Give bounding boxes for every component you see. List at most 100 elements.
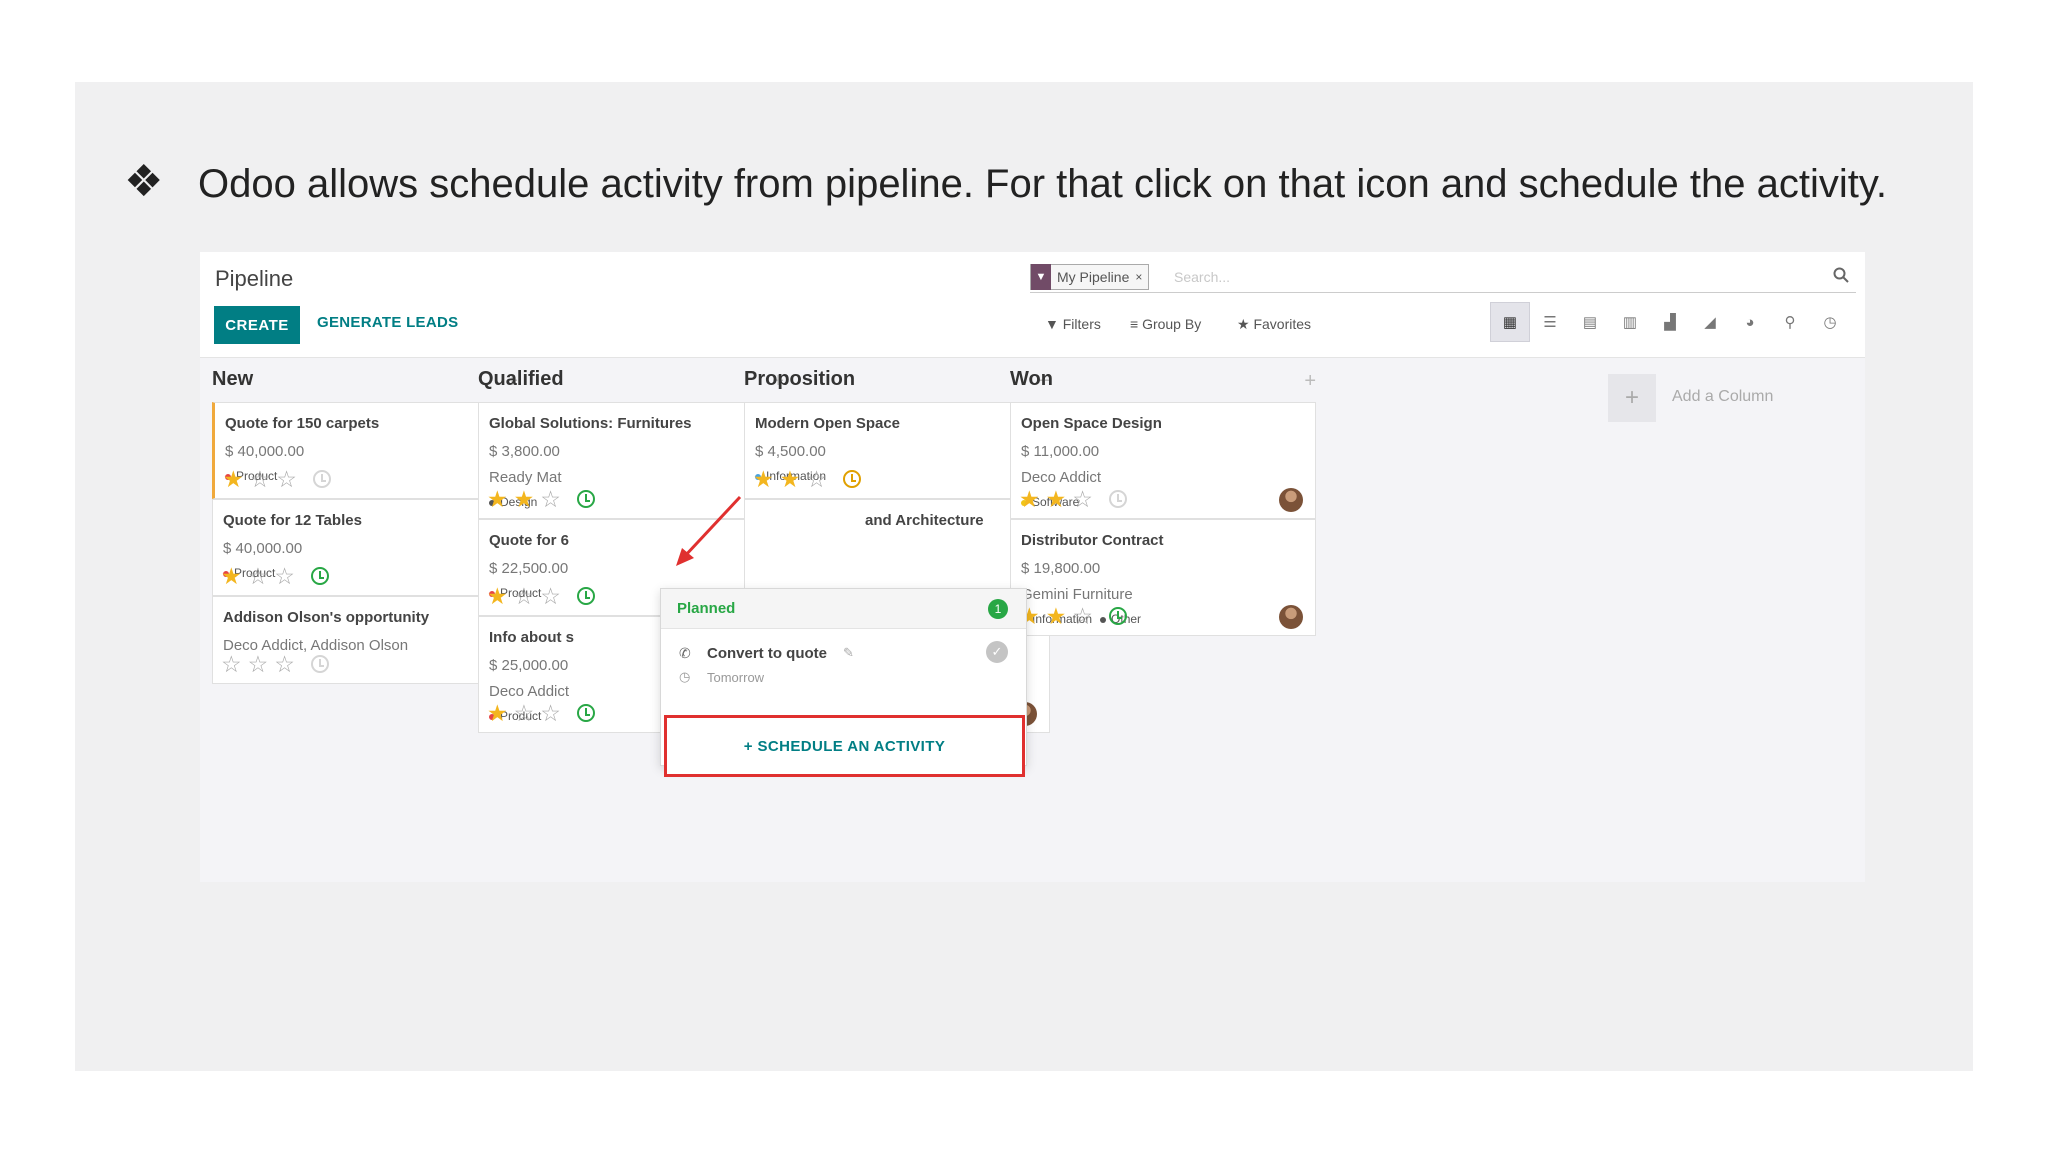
kanban-card[interactable]: Quote for 12 Tables $ 40,000.00 Product ★ ☆ ☆ bbox=[212, 499, 518, 596]
star-icon[interactable]: ☆ bbox=[540, 585, 561, 608]
star-icon[interactable]: ☆ bbox=[806, 468, 827, 491]
priority-stars[interactable]: ☆ ☆ ☆ bbox=[221, 653, 295, 676]
card-revenue: $ 25,000.00 bbox=[489, 657, 569, 674]
filters-dropdown[interactable]: ▼ Filters bbox=[1045, 316, 1101, 332]
star-icon[interactable]: ☆ bbox=[1072, 605, 1093, 628]
groupby-label: Group By bbox=[1142, 316, 1202, 332]
star-icon[interactable]: ★ bbox=[1046, 488, 1067, 511]
card-revenue: $ 11,000.00 bbox=[1021, 443, 1100, 460]
phone-icon: ✆ bbox=[679, 645, 691, 661]
avatar[interactable] bbox=[1279, 488, 1303, 512]
plus-icon[interactable]: + bbox=[1608, 374, 1656, 422]
graph-icon[interactable]: ▟ bbox=[1650, 302, 1690, 342]
priority-stars[interactable]: ★ ☆☆ bbox=[223, 468, 297, 491]
kanban-icon[interactable]: ▦ bbox=[1490, 302, 1530, 342]
dashboard-icon[interactable]: ◕ bbox=[1730, 302, 1770, 342]
star-icon[interactable]: ☆ bbox=[250, 468, 271, 491]
calendar-icon[interactable]: ▤ bbox=[1570, 302, 1610, 342]
activity-clock-icon[interactable] bbox=[311, 655, 329, 673]
activity-clock-icon[interactable] bbox=[313, 470, 331, 488]
star-icon[interactable]: ☆ bbox=[540, 702, 561, 725]
star-icon[interactable]: ★ bbox=[780, 468, 801, 491]
priority-stars[interactable]: ★ ★ ☆ bbox=[487, 488, 561, 511]
odoo-screenshot: Pipeline CREATE GENERATE LEADS ▼ My Pipe… bbox=[200, 252, 1865, 882]
activity-clock-icon[interactable] bbox=[1109, 490, 1127, 508]
star-icon[interactable]: ☆ bbox=[274, 653, 295, 676]
groupby-dropdown[interactable]: ≡ Group By bbox=[1130, 316, 1201, 332]
card-title: Global Solutions: Furnitures bbox=[489, 415, 692, 432]
facet-label: My Pipeline bbox=[1057, 269, 1130, 285]
map-icon[interactable]: ⚲ bbox=[1770, 302, 1810, 342]
card-revenue: $ 3,800.00 bbox=[489, 443, 560, 460]
kanban-card[interactable]: Addison Olson's opportunity Deco Addict, … bbox=[212, 596, 518, 684]
slide-caption: Odoo allows schedule activity from pipel… bbox=[198, 162, 1888, 206]
pivot-icon[interactable]: ▥ bbox=[1610, 302, 1650, 342]
filter-icon: ▼ bbox=[1045, 316, 1063, 332]
cohort-icon[interactable]: ◢ bbox=[1690, 302, 1730, 342]
activity-clock-icon[interactable] bbox=[843, 470, 861, 488]
activity-clock-icon[interactable] bbox=[311, 567, 329, 585]
add-column-label[interactable]: Add a Column bbox=[1672, 388, 1773, 406]
activity-clock-icon[interactable] bbox=[577, 704, 595, 722]
activity-clock-icon[interactable] bbox=[577, 587, 595, 605]
priority-stars[interactable]: ★ ★ ☆ bbox=[753, 468, 827, 491]
kanban-card[interactable]: Quote for 150 carpets $ 40,000.00 Product ★… bbox=[212, 402, 518, 499]
star-icon[interactable]: ★ bbox=[223, 468, 244, 491]
star-icon[interactable]: ★ bbox=[221, 565, 242, 588]
star-icon[interactable]: ★ bbox=[514, 488, 535, 511]
star-icon[interactable]: ☆ bbox=[248, 565, 269, 588]
priority-stars[interactable]: ★ ☆☆ bbox=[221, 565, 295, 588]
kanban-card[interactable]: Global Solutions: Furnitures $ 3,800.00 Re… bbox=[478, 402, 784, 519]
activity-icon[interactable]: ◷ bbox=[1810, 302, 1850, 342]
create-button[interactable]: CREATE bbox=[214, 306, 300, 344]
priority-stars[interactable]: ★ ★ ☆ bbox=[1019, 488, 1093, 511]
card-revenue: $ 4,500.00 bbox=[755, 443, 826, 460]
star-icon[interactable]: ☆ bbox=[1072, 488, 1093, 511]
star-icon[interactable]: ☆ bbox=[276, 468, 297, 491]
avatar[interactable] bbox=[1279, 605, 1303, 629]
activity-clock-icon[interactable] bbox=[1109, 607, 1127, 625]
card-title: Open Space Design bbox=[1021, 415, 1162, 432]
mark-done-icon[interactable]: ✓ bbox=[986, 641, 1008, 663]
facet-remove-icon[interactable]: × bbox=[1135, 270, 1148, 284]
activity-name[interactable]: Convert to quote bbox=[707, 645, 827, 662]
favorites-dropdown[interactable]: ★ Favorites bbox=[1237, 316, 1311, 333]
card-partner: Ready Mat bbox=[489, 469, 562, 486]
activity-clock-icon[interactable] bbox=[577, 490, 595, 508]
kanban-card[interactable]: Open Space Design $ 11,000.00 Deco Addict S… bbox=[1010, 402, 1316, 519]
star-icon[interactable]: ★ bbox=[487, 488, 508, 511]
priority-stars[interactable]: ★ ★ ☆ bbox=[1019, 605, 1093, 628]
generate-leads-button[interactable]: GENERATE LEADS bbox=[317, 314, 458, 331]
card-revenue: $ 22,500.00 bbox=[489, 560, 569, 577]
star-icon[interactable]: ☆ bbox=[248, 653, 269, 676]
star-icon[interactable]: ★ bbox=[487, 702, 508, 725]
schedule-activity-button[interactable]: + SCHEDULE AN ACTIVITY bbox=[664, 715, 1025, 777]
kanban-card[interactable]: Modern Open Space $ 4,500.00 Information ★ ★… bbox=[744, 402, 1050, 499]
star-icon[interactable]: ★ bbox=[487, 585, 508, 608]
column-title: Proposition bbox=[744, 368, 856, 390]
search-bar[interactable]: ▼ My Pipeline × Search... bbox=[1030, 260, 1856, 293]
star-icon[interactable]: ☆ bbox=[540, 488, 561, 511]
clock-icon: ◷ bbox=[679, 669, 691, 684]
star-icon[interactable]: ☆ bbox=[221, 653, 242, 676]
add-column[interactable]: + Add a Column bbox=[1608, 374, 1828, 424]
kanban-column: Won+$30,800Open Space Design$ 11,000.00D… bbox=[1008, 368, 1316, 878]
column-title: Won bbox=[1010, 368, 1053, 390]
star-icon[interactable]: ★ bbox=[753, 468, 774, 491]
star-icon[interactable]: ☆ bbox=[274, 565, 295, 588]
edit-pencil-icon[interactable]: ✎ bbox=[843, 645, 854, 661]
card-title: Distributor Contract bbox=[1021, 532, 1164, 549]
card-title: Quote for 12 Tables bbox=[223, 512, 362, 529]
column-add-icon[interactable]: + bbox=[1304, 370, 1316, 393]
search-icon[interactable] bbox=[1832, 266, 1850, 284]
kanban-card[interactable]: Distributor Contract $ 19,800.00 Gemini Fu… bbox=[1010, 519, 1316, 636]
search-input[interactable]: Search... bbox=[1174, 269, 1230, 285]
star-icon[interactable]: ★ bbox=[1019, 488, 1040, 511]
star-icon[interactable]: ★ bbox=[1046, 605, 1067, 628]
star-icon[interactable]: ☆ bbox=[514, 702, 535, 725]
star-icon[interactable]: ☆ bbox=[514, 585, 535, 608]
card-partner: Deco Addict bbox=[489, 683, 570, 700]
priority-stars[interactable]: ★ ☆☆ bbox=[487, 585, 561, 608]
priority-stars[interactable]: ★ ☆☆ bbox=[487, 702, 561, 725]
list-icon[interactable]: ☰ bbox=[1530, 302, 1570, 342]
